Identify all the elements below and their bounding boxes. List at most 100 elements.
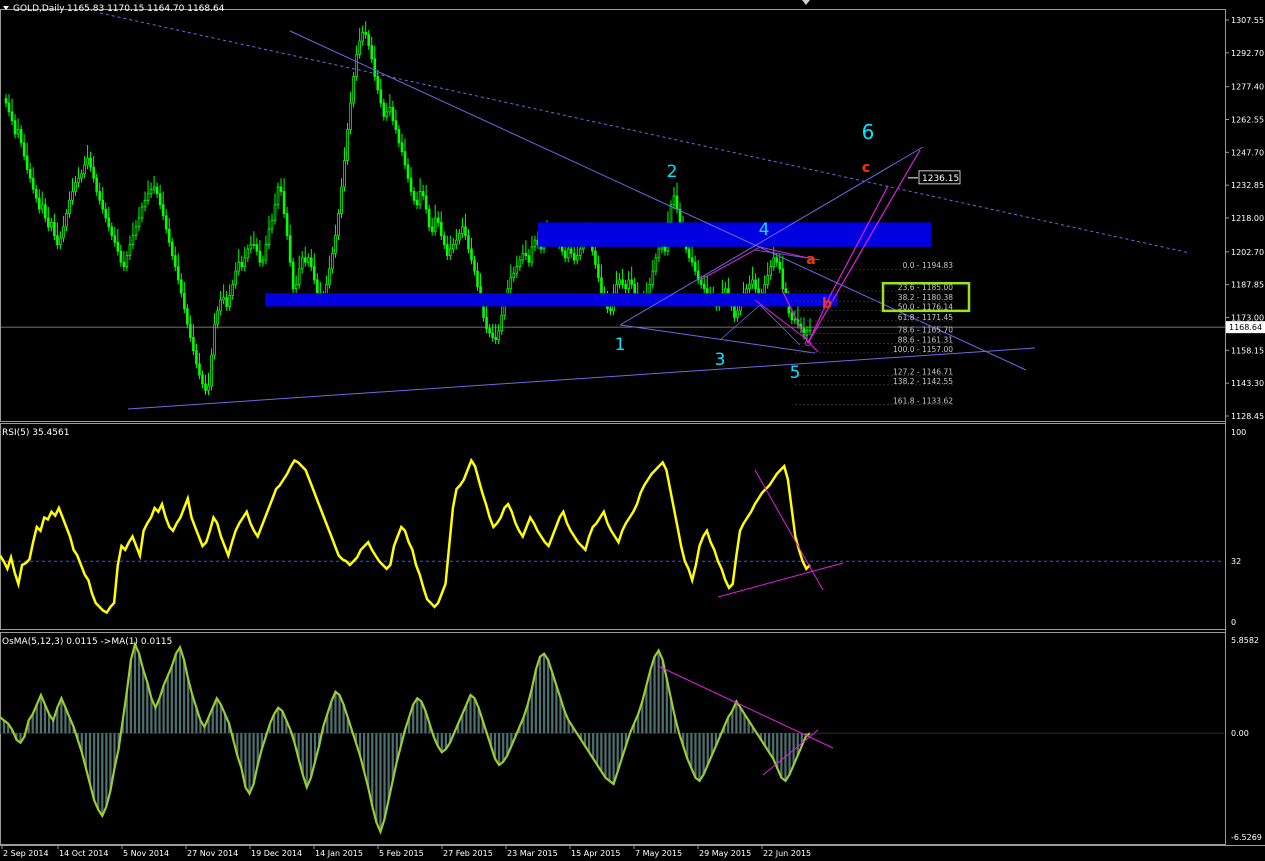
candle-body xyxy=(675,195,679,210)
candle-body xyxy=(134,226,138,237)
candle-body xyxy=(186,308,189,325)
price-tick-label: 1218.00 xyxy=(1231,214,1264,223)
candle-body xyxy=(50,222,53,228)
price-tick-label: 1247.70 xyxy=(1231,148,1264,157)
candle-body xyxy=(421,191,425,197)
candle-body xyxy=(246,248,250,259)
candle-body xyxy=(412,191,416,201)
candle-body xyxy=(131,235,135,245)
candle-body xyxy=(155,186,159,195)
candle-body xyxy=(763,283,766,294)
price-tick-label: 1292.70 xyxy=(1231,49,1264,58)
candle-body xyxy=(660,246,664,250)
candle-body xyxy=(340,186,343,214)
candle-body xyxy=(37,197,41,210)
candle-body xyxy=(781,268,785,290)
candle-body xyxy=(337,213,340,237)
candle-body xyxy=(140,206,144,219)
candle-body xyxy=(409,177,413,192)
fib-level-label: 78.6 - 1165.70 xyxy=(898,326,953,335)
candle-body xyxy=(22,142,26,157)
candle-body xyxy=(258,250,262,263)
candle-body xyxy=(68,199,71,214)
candle-body xyxy=(452,244,455,250)
candle-body xyxy=(512,272,516,279)
candle-body xyxy=(751,279,754,285)
candle-body xyxy=(4,98,8,104)
candle-body xyxy=(494,336,497,341)
chart-background xyxy=(0,0,1265,861)
date-tick-label: 22 Jun 2015 xyxy=(763,849,811,858)
candle-body xyxy=(391,107,395,122)
candle-body xyxy=(724,288,727,294)
candle-body xyxy=(627,279,630,290)
candle-body xyxy=(101,199,105,210)
candle-body xyxy=(609,308,612,312)
gold-daily-chart[interactable]: GOLD,Daily 1165.83 1170.15 1164.70 1168.… xyxy=(0,0,1265,861)
candle-body xyxy=(180,279,183,294)
date-tick-label: 7 May 2015 xyxy=(635,849,682,858)
date-tick-label: 5 Nov 2014 xyxy=(123,849,169,858)
candle-body xyxy=(95,177,98,192)
candle-body xyxy=(34,188,38,199)
candle-body xyxy=(424,195,428,210)
candle-body xyxy=(382,102,386,117)
candle-body xyxy=(575,255,579,261)
ohlc-readout: 1165.83 1170.15 1164.70 1168.64 xyxy=(67,4,225,14)
candle-body xyxy=(176,266,180,281)
candle-body xyxy=(234,270,238,285)
candle-body xyxy=(74,182,77,192)
resistance-zone-upper xyxy=(538,222,931,247)
osma-label: OsMA(5,12,3) 0.0115 ->MA(1) 0.0115 xyxy=(2,637,172,647)
candle-body xyxy=(192,336,195,352)
candle-body xyxy=(312,266,316,281)
candle-body xyxy=(83,164,86,175)
candle-body xyxy=(19,129,23,144)
candle-body xyxy=(261,259,265,263)
candle-body xyxy=(370,45,374,60)
candle-body xyxy=(630,279,633,285)
price-tick-label: 1262.55 xyxy=(1231,115,1264,124)
candle-body xyxy=(7,102,11,113)
candle-body xyxy=(28,168,32,179)
candle-body xyxy=(25,155,29,170)
candle-body xyxy=(137,217,141,228)
candle-body xyxy=(170,241,174,256)
candle-body xyxy=(600,277,603,294)
candle-body xyxy=(288,235,292,263)
price-tick-label: 1187.85 xyxy=(1231,281,1264,290)
fib-level-label: 38.2 - 1180.38 xyxy=(898,293,953,302)
candle-body xyxy=(476,270,479,287)
candle-body xyxy=(569,248,573,254)
candle-body xyxy=(352,76,355,104)
candle-body xyxy=(279,186,283,192)
candle-body xyxy=(183,292,186,310)
candle-body xyxy=(116,241,120,252)
date-tick-label: 19 Dec 2014 xyxy=(251,849,302,858)
candle-body xyxy=(228,294,231,307)
candle-body xyxy=(255,244,259,252)
candle-body xyxy=(693,261,697,272)
candle-body xyxy=(92,166,95,179)
candle-body xyxy=(31,177,35,190)
candle-body xyxy=(334,235,337,254)
candle-body xyxy=(379,89,383,104)
candle-body xyxy=(294,283,298,290)
candle-body xyxy=(500,314,504,332)
wave-label-1: 1 xyxy=(615,335,626,355)
candle-body xyxy=(316,279,319,294)
candle-body xyxy=(442,235,446,245)
osma-tick-label: 5.8582 xyxy=(1231,636,1259,645)
candle-body xyxy=(509,277,513,290)
candle-body xyxy=(240,261,244,268)
candle-body xyxy=(470,248,473,261)
candle-body xyxy=(252,244,256,246)
candle-body xyxy=(400,142,404,153)
candle-body xyxy=(198,363,201,376)
candle-body xyxy=(445,244,449,256)
candle-body xyxy=(264,244,268,261)
candle-body xyxy=(705,288,709,294)
rsi-tick-label: 0 xyxy=(1231,618,1236,627)
candle-body xyxy=(291,261,295,290)
candle-body xyxy=(433,217,437,232)
